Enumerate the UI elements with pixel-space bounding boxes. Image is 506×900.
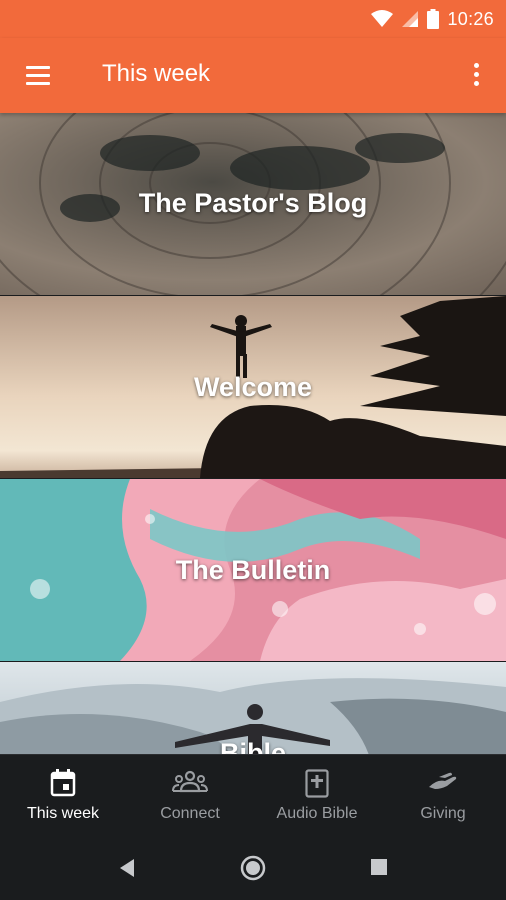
card-title: The Bulletin [175, 555, 331, 585]
wifi-icon [371, 10, 394, 27]
content-feed: The Pastor's Blog Welcome The Bulletin B… [0, 113, 506, 754]
nav-label: This week [26, 805, 100, 822]
status-time: 10:26 [447, 8, 494, 29]
status-icons: 10:26 [371, 6, 494, 32]
giving-hand-icon [429, 772, 457, 789]
nav-label: Audio Bible [276, 805, 358, 822]
more-vert-icon-dot [474, 81, 479, 86]
page-title: This week [102, 60, 211, 87]
battery-icon [427, 9, 440, 29]
nav-label: Connect [160, 805, 220, 822]
card-title: The Pastor's Blog [138, 188, 368, 218]
more-vert-icon-dot [474, 72, 479, 77]
group-icon [172, 770, 208, 793]
bottom-navigation: This week Connect Audio Bible Giving [0, 754, 506, 837]
app-bar: This week [0, 38, 506, 113]
nav-item-audio-bible[interactable]: Audio Bible [254, 755, 380, 837]
overflow-menu-button[interactable] [468, 60, 484, 90]
card-pastors-blog[interactable]: The Pastor's Blog [0, 113, 506, 295]
card-title: Bible [219, 738, 286, 754]
recents-icon[interactable] [370, 858, 388, 876]
calendar-icon [50, 769, 76, 797]
more-vert-icon [474, 63, 479, 68]
card-title: Welcome [193, 372, 313, 402]
back-icon[interactable] [118, 858, 136, 878]
menu-icon-line [26, 82, 50, 85]
menu-icon [26, 66, 50, 69]
menu-button[interactable] [22, 61, 54, 91]
nav-item-connect[interactable]: Connect [127, 755, 253, 837]
nav-label: Giving [420, 805, 466, 822]
nav-item-giving[interactable]: Giving [380, 755, 506, 837]
card-bible[interactable]: Bible [0, 662, 506, 754]
system-navigation-bar [0, 836, 506, 900]
home-icon[interactable] [240, 855, 266, 881]
cell-signal-icon [402, 11, 419, 27]
bible-icon [305, 769, 329, 798]
card-welcome[interactable]: Welcome [0, 296, 506, 478]
nav-item-this-week[interactable]: This week [0, 755, 126, 837]
status-bar: 10:26 [0, 0, 506, 38]
menu-icon-line [26, 74, 50, 77]
card-bulletin[interactable]: The Bulletin [0, 479, 506, 661]
